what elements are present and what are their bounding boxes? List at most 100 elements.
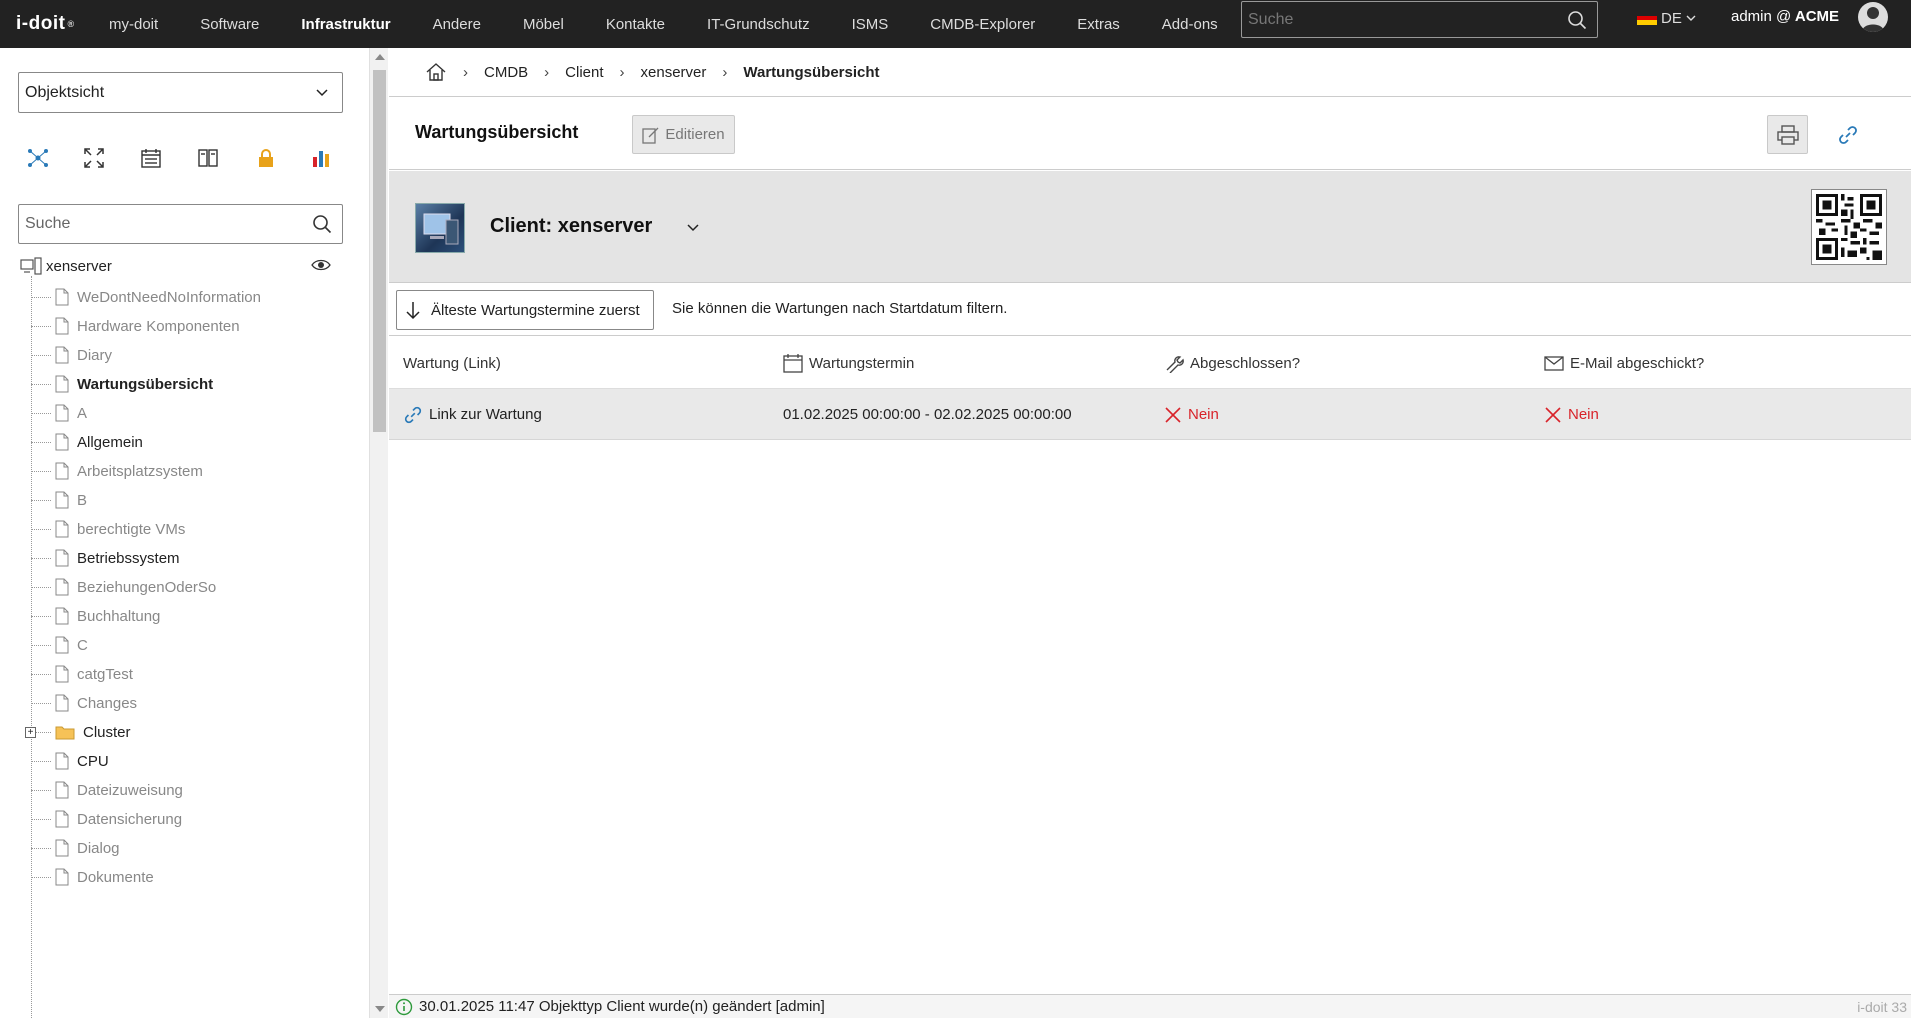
tree-root[interactable]: xenserver (20, 252, 340, 280)
relations-icon[interactable] (24, 144, 52, 172)
breadcrumb-xenserver[interactable]: xenserver (641, 64, 707, 81)
search-icon[interactable] (1557, 2, 1597, 37)
sidebar-item[interactable]: berechtigte VMs (31, 514, 331, 544)
calendar-icon[interactable] (137, 144, 165, 172)
scroll-down-arrow-icon[interactable] (375, 1006, 385, 1012)
wrench-icon (1166, 356, 1184, 373)
status-message: 30.01.2025 11:47 Objekttyp Client wurde(… (419, 998, 825, 1015)
nav-item-extras[interactable]: Extras (1056, 0, 1141, 48)
fullscreen-icon[interactable] (80, 144, 108, 172)
edit-button[interactable]: Editieren (632, 115, 735, 154)
sidebar-item[interactable]: Dokumente (31, 862, 331, 892)
page-icon (55, 636, 69, 654)
edit-icon (642, 127, 659, 144)
sidebar-item[interactable]: BeziehungenOderSo (31, 572, 331, 602)
column-header-completed[interactable]: Abgeschlossen? (1164, 337, 1300, 389)
sidebar-item[interactable]: Datensicherung (31, 804, 331, 834)
nav-item-cmdb-explorer[interactable]: CMDB-Explorer (909, 0, 1056, 48)
avatar[interactable] (1858, 2, 1888, 32)
nav-item-software[interactable]: Software (179, 0, 280, 48)
nav-item-moebel[interactable]: Möbel (502, 0, 585, 48)
nav-item-it-grundschutz[interactable]: IT-Grundschutz (686, 0, 831, 48)
nav-item-infrastruktur[interactable]: Infrastruktur (280, 0, 411, 48)
scrollbar-thumb[interactable] (373, 70, 386, 432)
chart-icon[interactable] (308, 144, 336, 172)
maintenance-link[interactable]: Link zur Wartung (403, 389, 542, 440)
sidebar-item[interactable]: Changes (31, 688, 331, 718)
sidebar-item-label: Betriebssystem (77, 549, 180, 567)
maintenance-link-label: Link zur Wartung (429, 406, 542, 423)
nav-item-add-ons[interactable]: Add-ons (1141, 0, 1239, 48)
print-button[interactable] (1767, 115, 1808, 154)
column-header-email[interactable]: E-Mail abgeschickt? (1544, 337, 1704, 389)
scroll-up-arrow-icon[interactable] (375, 54, 385, 60)
view-select[interactable]: Objektsicht (18, 72, 343, 113)
sidebar-item-label: Datensicherung (77, 810, 183, 828)
sidebar-item[interactable]: C (31, 630, 331, 660)
column-header-link[interactable]: Wartung (Link) (403, 337, 501, 389)
page-icon (55, 549, 69, 567)
tree-connector (31, 876, 51, 878)
sidebar-item[interactable]: Arbeitsplatzsystem (31, 456, 331, 486)
tree-connector (31, 354, 51, 356)
page-icon (55, 375, 69, 393)
breadcrumb-cmdb[interactable]: CMDB (484, 64, 528, 81)
breadcrumb: › CMDB › Client › xenserver › Wartungsüb… (389, 48, 1911, 97)
tree-connector (31, 470, 51, 472)
nav-item-kontakte[interactable]: Kontakte (585, 0, 686, 48)
chevron-down-icon (1686, 15, 1696, 21)
table-row[interactable]: Link zur Wartung 01.02.2025 00:00:00 - 0… (389, 389, 1911, 440)
tree-connector (31, 644, 51, 646)
nav-item-andere[interactable]: Andere (412, 0, 502, 48)
sidebar-item[interactable]: Dialog (31, 833, 331, 863)
sidebar-item[interactable]: Betriebssystem (31, 543, 331, 573)
page-icon (55, 288, 69, 306)
sidebar-item[interactable]: A (31, 398, 331, 428)
sidebar-item[interactable]: Diary (31, 340, 331, 370)
permalink-button[interactable] (1827, 115, 1868, 154)
sidebar-item[interactable]: B (31, 485, 331, 515)
chevron-down-icon[interactable] (685, 219, 701, 235)
sidebar-item[interactable]: + Cluster (25, 717, 331, 747)
sort-oldest-first-button[interactable]: Älteste Wartungstermine zuerst (396, 290, 654, 330)
qr-code[interactable] (1811, 189, 1887, 265)
tree-connector (31, 673, 51, 675)
eye-icon[interactable] (311, 258, 331, 272)
app-version: i-doit 33 (1857, 999, 1907, 1015)
column-header-date[interactable]: Wartungstermin (783, 337, 914, 389)
expand-icon[interactable]: + (25, 727, 36, 738)
home-icon[interactable] (425, 62, 447, 82)
nav-item-my-doit[interactable]: my-doit (88, 0, 179, 48)
nav-item-isms[interactable]: ISMS (831, 0, 910, 48)
sidebar-item[interactable]: WeDontNeedNoInformation (31, 282, 331, 312)
sidebar-item[interactable]: Wartungsübersicht (31, 369, 331, 399)
page-icon (55, 462, 69, 480)
breadcrumb-client[interactable]: Client (565, 64, 603, 81)
mail-icon (1544, 356, 1564, 371)
page-icon (55, 752, 69, 770)
app-logo[interactable]: i-doit ® (0, 0, 88, 48)
page-icon (55, 317, 69, 335)
client-object-image (415, 203, 465, 253)
completed-status-label: Nein (1188, 406, 1219, 423)
info-icon (395, 998, 413, 1015)
global-search-input[interactable] (1242, 2, 1557, 37)
language-switcher[interactable]: DE (1637, 8, 1697, 28)
user-menu[interactable]: admin @ ACME (1731, 8, 1839, 25)
sidebar-item[interactable]: catgTest (31, 659, 331, 689)
search-icon[interactable] (302, 205, 342, 243)
sidebar-item[interactable]: Buchhaltung (31, 601, 331, 631)
filter-hint: Sie können die Wartungen nach Startdatum… (672, 300, 1008, 317)
sidebar-scrollbar[interactable] (369, 48, 388, 1018)
sidebar-item[interactable]: Dateizuweisung (31, 775, 331, 805)
table-header: Wartung (Link) Wartungstermin Abgeschlos… (389, 337, 1911, 389)
close-icon (1545, 406, 1561, 423)
maintenance-date: 01.02.2025 00:00:00 - 02.02.2025 00:00:0… (783, 406, 1072, 423)
sidebar-search-input[interactable] (19, 205, 302, 243)
lock-icon[interactable] (252, 144, 280, 172)
page-icon (55, 868, 69, 886)
sidebar-item[interactable]: CPU (31, 746, 331, 776)
book-icon[interactable] (194, 144, 222, 172)
sidebar-item[interactable]: Allgemein (31, 427, 331, 457)
sidebar-item[interactable]: Hardware Komponenten (31, 311, 331, 341)
